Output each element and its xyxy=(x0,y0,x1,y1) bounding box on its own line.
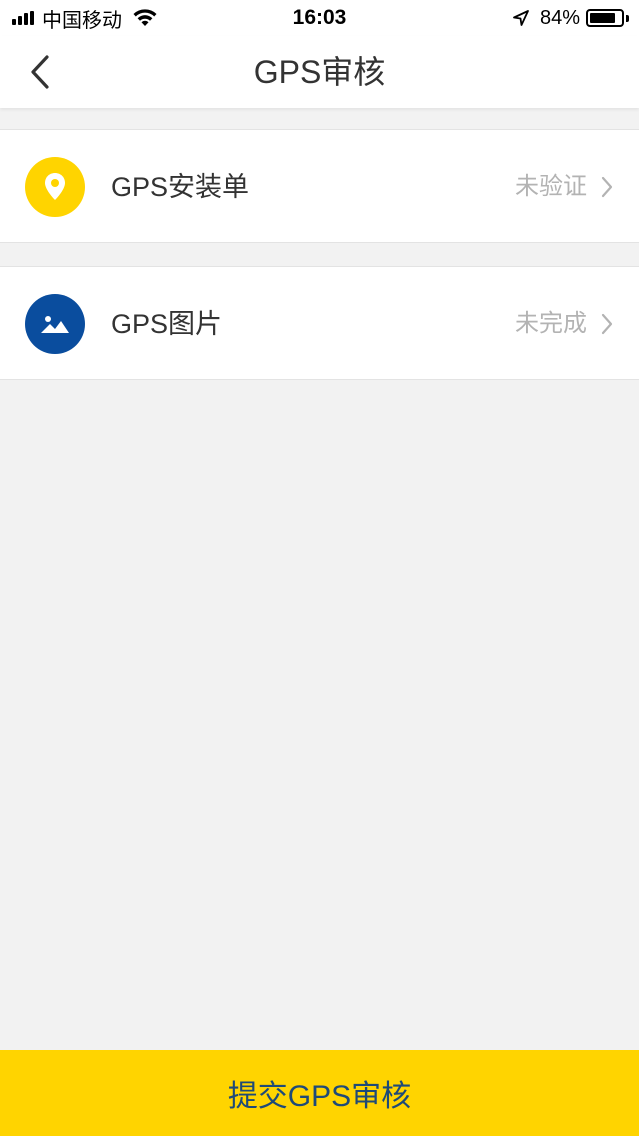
battery-percent: 84% xyxy=(539,6,580,29)
chevron-right-icon xyxy=(601,176,613,198)
list-item-gps-images[interactable]: GPS图片 未完成 xyxy=(0,266,639,380)
row-label: GPS安装单 xyxy=(111,172,250,202)
page-title: GPS审核 xyxy=(253,54,386,90)
row-label: GPS图片 xyxy=(111,309,223,339)
status-bar-right: 84% xyxy=(512,6,629,30)
location-pin-icon xyxy=(45,173,65,200)
image-icon xyxy=(41,316,69,333)
status-bar: 中国移动 16:03 84% xyxy=(0,0,639,36)
battery-tip xyxy=(626,14,629,22)
nav-bar: GPS审核 xyxy=(0,36,639,108)
row-icon-circle xyxy=(25,294,85,354)
submit-gps-review-button[interactable]: 提交GPS审核 xyxy=(0,1050,639,1136)
battery-fill xyxy=(590,13,615,23)
row-icon-circle xyxy=(25,157,85,217)
chevron-right-icon xyxy=(601,313,613,335)
row-status: 未验证 xyxy=(515,173,587,200)
row-status: 未完成 xyxy=(515,310,587,337)
list-item-gps-install-form[interactable]: GPS安装单 未验证 xyxy=(0,129,639,243)
location-arrow-icon xyxy=(513,10,529,26)
battery-icon xyxy=(586,9,624,27)
